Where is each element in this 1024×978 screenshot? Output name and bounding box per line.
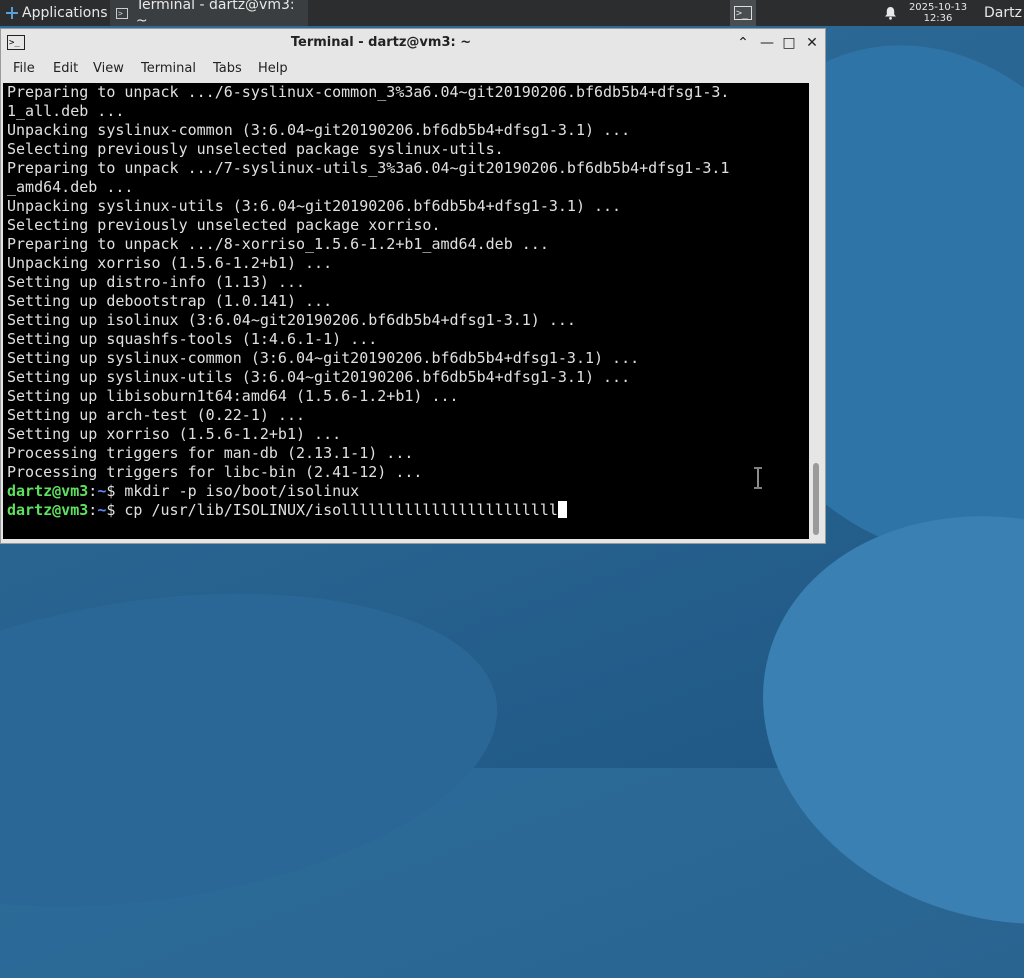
close-button[interactable]: ✕ bbox=[802, 33, 822, 53]
ibeam-cursor-icon bbox=[754, 467, 762, 489]
menu-file[interactable]: File bbox=[13, 57, 35, 81]
scrollbar-thumb[interactable] bbox=[813, 463, 819, 535]
terminal-icon: > bbox=[116, 7, 128, 19]
user-menu-button[interactable]: Dartz bbox=[984, 0, 1024, 26]
text-cursor bbox=[557, 501, 567, 518]
top-panel: Applications > Terminal - dartz@vm3: ~ >… bbox=[0, 0, 1024, 29]
prompt-path: ~ bbox=[97, 482, 107, 500]
prompt-user: dartz@vm3 bbox=[7, 501, 89, 519]
terminal-line: Selecting previously unselected package … bbox=[7, 140, 504, 158]
terminal-line: Setting up squashfs-tools (1:4.6.1-1) ..… bbox=[7, 330, 378, 348]
wallpaper-wave bbox=[0, 552, 518, 948]
menu-bar: File Edit View Terminal Tabs Help bbox=[1, 57, 825, 81]
terminal-line: Setting up syslinux-utils (3:6.04~git201… bbox=[7, 368, 631, 386]
terminal-line: Unpacking xorriso (1.5.6-1.2+b1) ... bbox=[7, 254, 333, 272]
terminal-output[interactable]: Preparing to unpack .../6-syslinux-commo… bbox=[3, 83, 809, 539]
applications-icon bbox=[4, 5, 20, 21]
terminal-line: Unpacking syslinux-common (3:6.04~git201… bbox=[7, 121, 631, 139]
menu-view[interactable]: View bbox=[93, 57, 124, 81]
prompt-user: dartz@vm3 bbox=[7, 482, 89, 500]
terminal-line: 1_all.deb ... bbox=[7, 102, 125, 120]
window-title: Terminal - dartz@vm3: ~ bbox=[290, 35, 472, 50]
terminal-icon: >_ bbox=[734, 6, 752, 20]
taskbar-terminal-button[interactable]: > Terminal - dartz@vm3: ~ bbox=[110, 0, 308, 29]
terminal-line: Preparing to unpack .../6-syslinux-commo… bbox=[7, 83, 730, 101]
command-text: mkdir -p iso/boot/isolinux bbox=[124, 482, 360, 500]
terminal-line: Setting up xorriso (1.5.6-1.2+b1) ... bbox=[7, 425, 342, 443]
terminal-window: >_ Terminal - dartz@vm3: ~ ⌃ — □ ✕ File … bbox=[0, 28, 826, 544]
prompt-separator: : bbox=[88, 482, 98, 500]
terminal-line: Processing triggers for man-db (2.13.1-1… bbox=[7, 444, 414, 462]
applications-label: Applications bbox=[22, 5, 108, 21]
chevron-up-icon[interactable]: ⌃ bbox=[733, 33, 753, 53]
bell-icon bbox=[884, 7, 896, 20]
terminal-line: Preparing to unpack .../7-syslinux-utils… bbox=[7, 159, 730, 177]
taskbar-terminal-label: Terminal - dartz@vm3: ~ bbox=[135, 0, 295, 29]
prompt-separator: : bbox=[88, 501, 98, 519]
terminal-line: Setting up isolinux (3:6.04~git20190206.… bbox=[7, 311, 576, 329]
prompt-line: dartz@vm3:~$ cp /usr/lib/ISOLINUX/isolll… bbox=[7, 501, 567, 520]
menu-terminal[interactable]: Terminal bbox=[141, 57, 196, 81]
menu-edit[interactable]: Edit bbox=[53, 57, 78, 81]
terminal-line: Selecting previously unselected package … bbox=[7, 216, 441, 234]
minimize-button[interactable]: — bbox=[757, 33, 777, 53]
prompt-line: dartz@vm3:~$ mkdir -p iso/boot/isolinux bbox=[7, 482, 359, 501]
prompt-symbol: $ bbox=[106, 482, 116, 500]
terminal-line: Setting up libisoburn1t64:amd64 (1.5.6-1… bbox=[7, 387, 459, 405]
terminal-line: Processing triggers for libc-bin (2.41-1… bbox=[7, 463, 423, 481]
terminal-line: Unpacking syslinux-utils (3:6.04~git2019… bbox=[7, 197, 622, 215]
command-input[interactable]: cp /usr/lib/ISOLINUX/isollllllllllllllll… bbox=[124, 501, 557, 519]
prompt-path: ~ bbox=[97, 501, 107, 519]
terminal-line: Setting up arch-test (0.22-1) ... bbox=[7, 406, 306, 424]
terminal-line: Setting up debootstrap (1.0.141) ... bbox=[7, 292, 333, 310]
terminal-scrollbar[interactable] bbox=[809, 83, 825, 539]
terminal-launcher-button[interactable]: >_ bbox=[730, 0, 756, 26]
terminal-line: _amd64.deb ... bbox=[7, 178, 134, 196]
clock[interactable]: 2025-10-13 12:36 bbox=[906, 0, 970, 26]
terminal-line: Setting up distro-info (1.13) ... bbox=[7, 273, 306, 291]
maximize-button[interactable]: □ bbox=[779, 33, 799, 53]
prompt-symbol: $ bbox=[106, 501, 116, 519]
terminal-line: Preparing to unpack .../8-xorriso_1.5.6-… bbox=[7, 235, 549, 253]
notifications-button[interactable] bbox=[882, 0, 898, 26]
menu-tabs[interactable]: Tabs bbox=[213, 57, 242, 81]
menu-help[interactable]: Help bbox=[258, 57, 288, 81]
terminal-line: Setting up syslinux-common (3:6.04~git20… bbox=[7, 349, 640, 367]
window-titlebar[interactable]: >_ Terminal - dartz@vm3: ~ ⌃ — □ ✕ bbox=[1, 29, 825, 57]
clock-time: 12:36 bbox=[923, 13, 953, 24]
clock-date: 2025-10-13 bbox=[908, 2, 968, 13]
applications-menu-button[interactable]: Applications bbox=[0, 0, 108, 26]
